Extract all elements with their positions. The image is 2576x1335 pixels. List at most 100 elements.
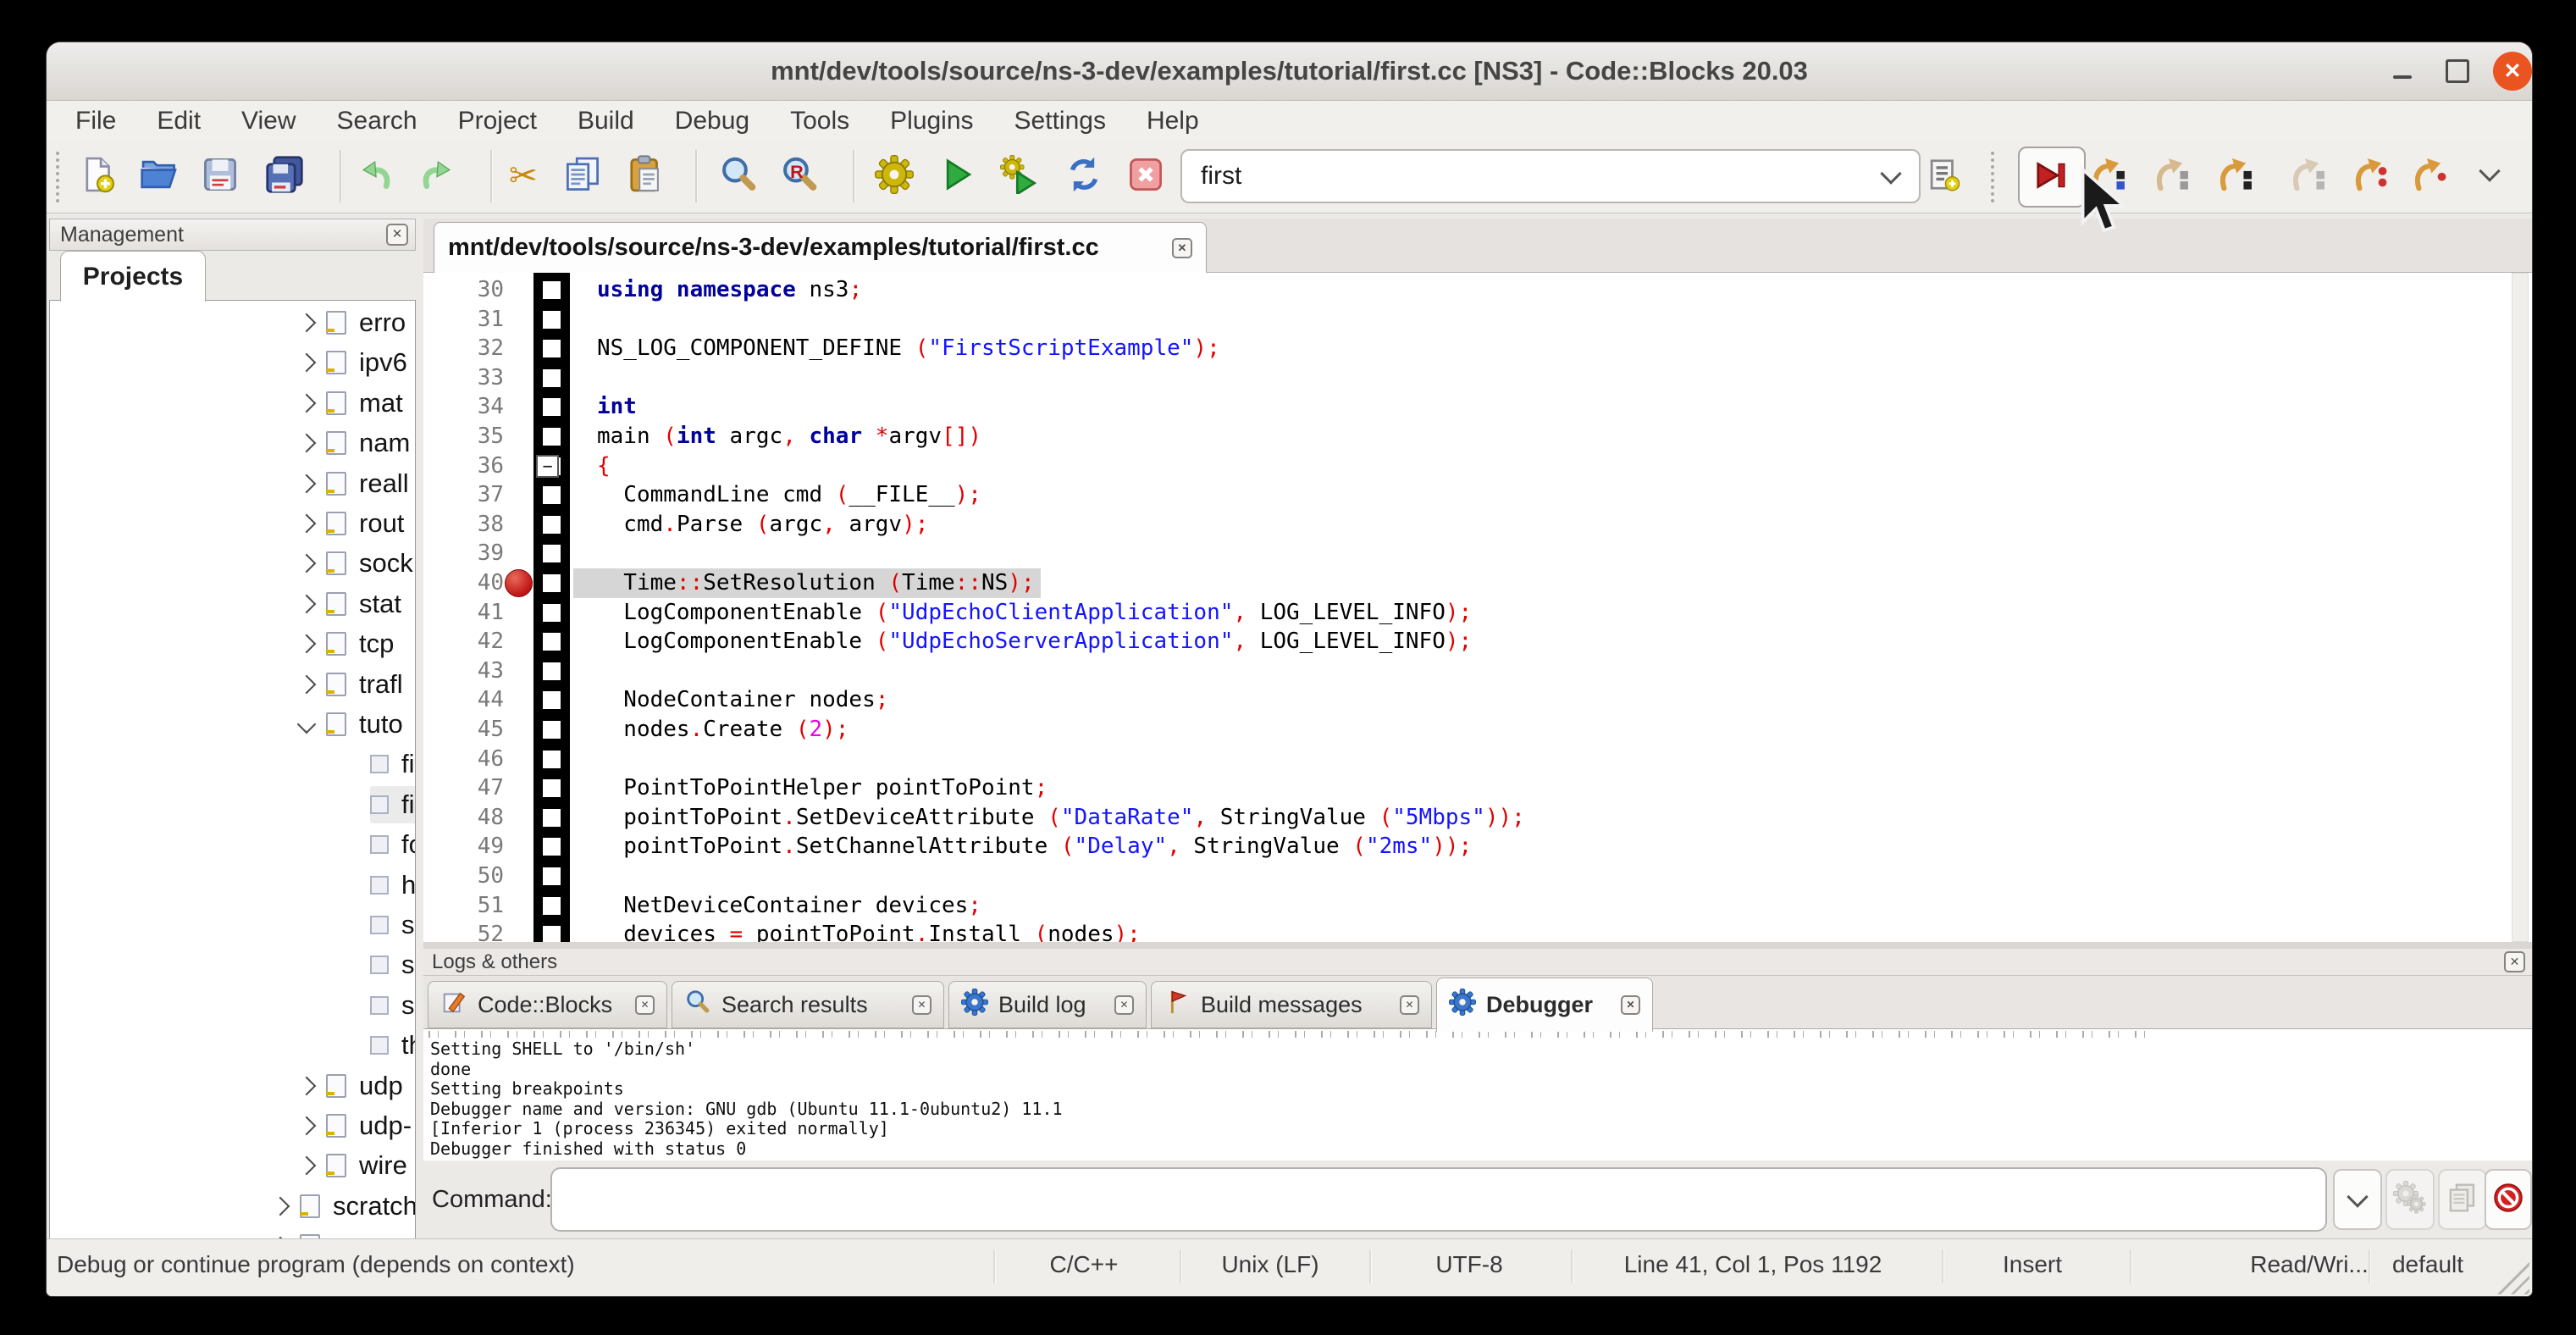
tree-item-fo[interactable]: fo — [370, 826, 416, 863]
chevron-right-icon[interactable] — [297, 1076, 317, 1095]
tree-item-nam[interactable]: nam — [300, 424, 410, 462]
build-and-run-button[interactable] — [995, 152, 1044, 201]
management-close-icon[interactable] — [386, 224, 408, 246]
search-input[interactable] — [1182, 161, 1883, 191]
log-tab-close-icon[interactable] — [1621, 995, 1640, 1015]
tree-item-udp[interactable]: udp — [300, 1067, 403, 1105]
save-all-button[interactable] — [260, 152, 309, 201]
copy-log-button[interactable] — [2438, 1169, 2487, 1230]
tree-item-rout[interactable]: rout — [300, 505, 404, 542]
tree-item-reall[interactable]: reall — [300, 465, 409, 502]
tree-item-ipv6[interactable]: ipv6 — [300, 344, 407, 381]
chevron-down-icon[interactable] — [297, 715, 317, 734]
menu-item-view[interactable]: View — [221, 107, 316, 136]
code-editor[interactable]: 30using namespace ns3;3132NS_LOG_COMPONE… — [423, 273, 2532, 942]
maximize-button[interactable] — [2438, 52, 2477, 91]
tree-item-tuto[interactable]: tuto — [300, 706, 403, 743]
undo-button[interactable] — [351, 152, 401, 201]
menu-item-project[interactable]: Project — [438, 107, 557, 136]
tree-item-wire[interactable]: wire — [300, 1147, 407, 1184]
tree-item-he[interactable]: he — [370, 867, 416, 904]
chevron-right-icon[interactable] — [297, 594, 317, 613]
tree-item-tcp[interactable]: tcp — [300, 625, 394, 662]
close-button[interactable] — [2493, 52, 2532, 91]
menu-item-settings[interactable]: Settings — [994, 107, 1126, 136]
chevron-right-icon[interactable] — [297, 474, 317, 493]
next-line-button[interactable] — [2148, 152, 2197, 201]
tab-code-blocks[interactable]: Code::Blocks — [428, 981, 667, 1028]
rebuild-button[interactable] — [1059, 152, 1108, 201]
project-tree[interactable]: erroipv6matnamreallroutsockstattcptraflt… — [49, 300, 416, 1264]
toolbar-grip[interactable] — [53, 150, 62, 202]
menu-item-edit[interactable]: Edit — [136, 107, 221, 136]
chevron-right-icon[interactable] — [297, 434, 317, 453]
abort-button[interactable] — [1121, 152, 1170, 201]
debugger-settings-button[interactable] — [2385, 1169, 2435, 1230]
new-file-button[interactable] — [73, 152, 122, 201]
chevron-right-icon[interactable] — [297, 313, 317, 333]
stop-debugger-button[interactable] — [2485, 1169, 2532, 1230]
chevron-down-icon[interactable] — [1880, 163, 1901, 184]
toolbar-grip[interactable] — [1988, 150, 1997, 202]
tree-item-fif[interactable]: fif — [370, 745, 416, 783]
chevron-right-icon[interactable] — [271, 1196, 290, 1216]
run-button[interactable] — [932, 152, 981, 201]
tree-item-udp[interactable]: udp- — [300, 1107, 412, 1144]
incremental-search-combo[interactable] — [1180, 149, 1921, 203]
step-out-button[interactable] — [2284, 152, 2333, 201]
menu-item-file[interactable]: File — [55, 107, 136, 136]
chevron-right-icon[interactable] — [297, 634, 317, 654]
log-tab-close-icon[interactable] — [1114, 995, 1134, 1015]
log-tab-close-icon[interactable] — [635, 995, 655, 1015]
menu-item-help[interactable]: Help — [1126, 107, 1219, 136]
redo-button[interactable] — [412, 152, 462, 201]
log-tab-close-icon[interactable] — [1400, 995, 1419, 1015]
tree-item-scratch[interactable]: scratch — [274, 1188, 416, 1225]
chevron-right-icon[interactable] — [297, 674, 317, 694]
menu-item-search[interactable]: Search — [317, 107, 438, 136]
tab-debugger[interactable]: Debugger — [1436, 978, 1653, 1032]
tab-build-messages[interactable]: Build messages — [1151, 981, 1432, 1028]
tree-item-trafl[interactable]: trafl — [300, 666, 403, 703]
tree-item-sock[interactable]: sock — [300, 545, 413, 582]
save-button[interactable] — [196, 152, 245, 201]
tree-item-fir[interactable]: fir — [370, 786, 416, 823]
find-in-files-button[interactable]: R — [775, 152, 824, 201]
tree-item-se[interactable]: se — [370, 906, 416, 944]
menu-item-plugins[interactable]: Plugins — [870, 107, 993, 136]
resize-grip[interactable] — [2489, 1254, 2529, 1294]
chevron-right-icon[interactable] — [297, 554, 317, 573]
log-tab-close-icon[interactable] — [912, 995, 931, 1015]
editor-tab-first-cc[interactable]: mnt/dev/tools/source/ns-3-dev/examples/t… — [434, 222, 1207, 273]
minimize-button[interactable] — [2383, 52, 2422, 91]
tree-item-stat[interactable]: stat — [300, 585, 401, 623]
editor-tab-close-icon[interactable] — [1172, 238, 1192, 258]
chevron-right-icon[interactable] — [297, 1156, 317, 1176]
editor-scrollbar[interactable] — [2512, 273, 2529, 942]
tree-item-se[interactable]: se — [370, 946, 416, 983]
fold-marker-icon[interactable] — [536, 455, 559, 478]
cut-button[interactable]: ✂ — [500, 152, 550, 201]
chevron-right-icon[interactable] — [297, 514, 317, 534]
menu-item-tools[interactable]: Tools — [770, 107, 870, 136]
tree-item-six[interactable]: six — [370, 987, 416, 1024]
build-button[interactable] — [870, 152, 919, 201]
find-button[interactable] — [714, 152, 763, 201]
open-file-button[interactable] — [135, 152, 184, 201]
incremental-search-options-button[interactable] — [1920, 152, 1969, 201]
tab-projects[interactable]: Projects — [60, 251, 206, 302]
tree-item-mat[interactable]: mat — [300, 385, 403, 422]
menu-item-debug[interactable]: Debug — [655, 107, 770, 136]
step-into-instruction-button[interactable] — [2406, 152, 2455, 201]
tree-item-th[interactable]: th — [370, 1027, 416, 1064]
horizontal-splitter[interactable] — [423, 942, 2532, 949]
titlebar[interactable]: mnt/dev/tools/source/ns-3-dev/examples/t… — [47, 42, 2532, 101]
step-into-button[interactable] — [2211, 152, 2260, 201]
copy-button[interactable] — [558, 152, 607, 201]
toolbar-overflow-chevron[interactable] — [2482, 163, 2497, 183]
command-input[interactable] — [550, 1167, 2327, 1232]
paste-button[interactable] — [621, 152, 670, 201]
command-history-dropdown[interactable] — [2333, 1169, 2382, 1230]
menu-item-build[interactable]: Build — [557, 107, 655, 136]
next-instruction-button[interactable] — [2347, 152, 2396, 201]
